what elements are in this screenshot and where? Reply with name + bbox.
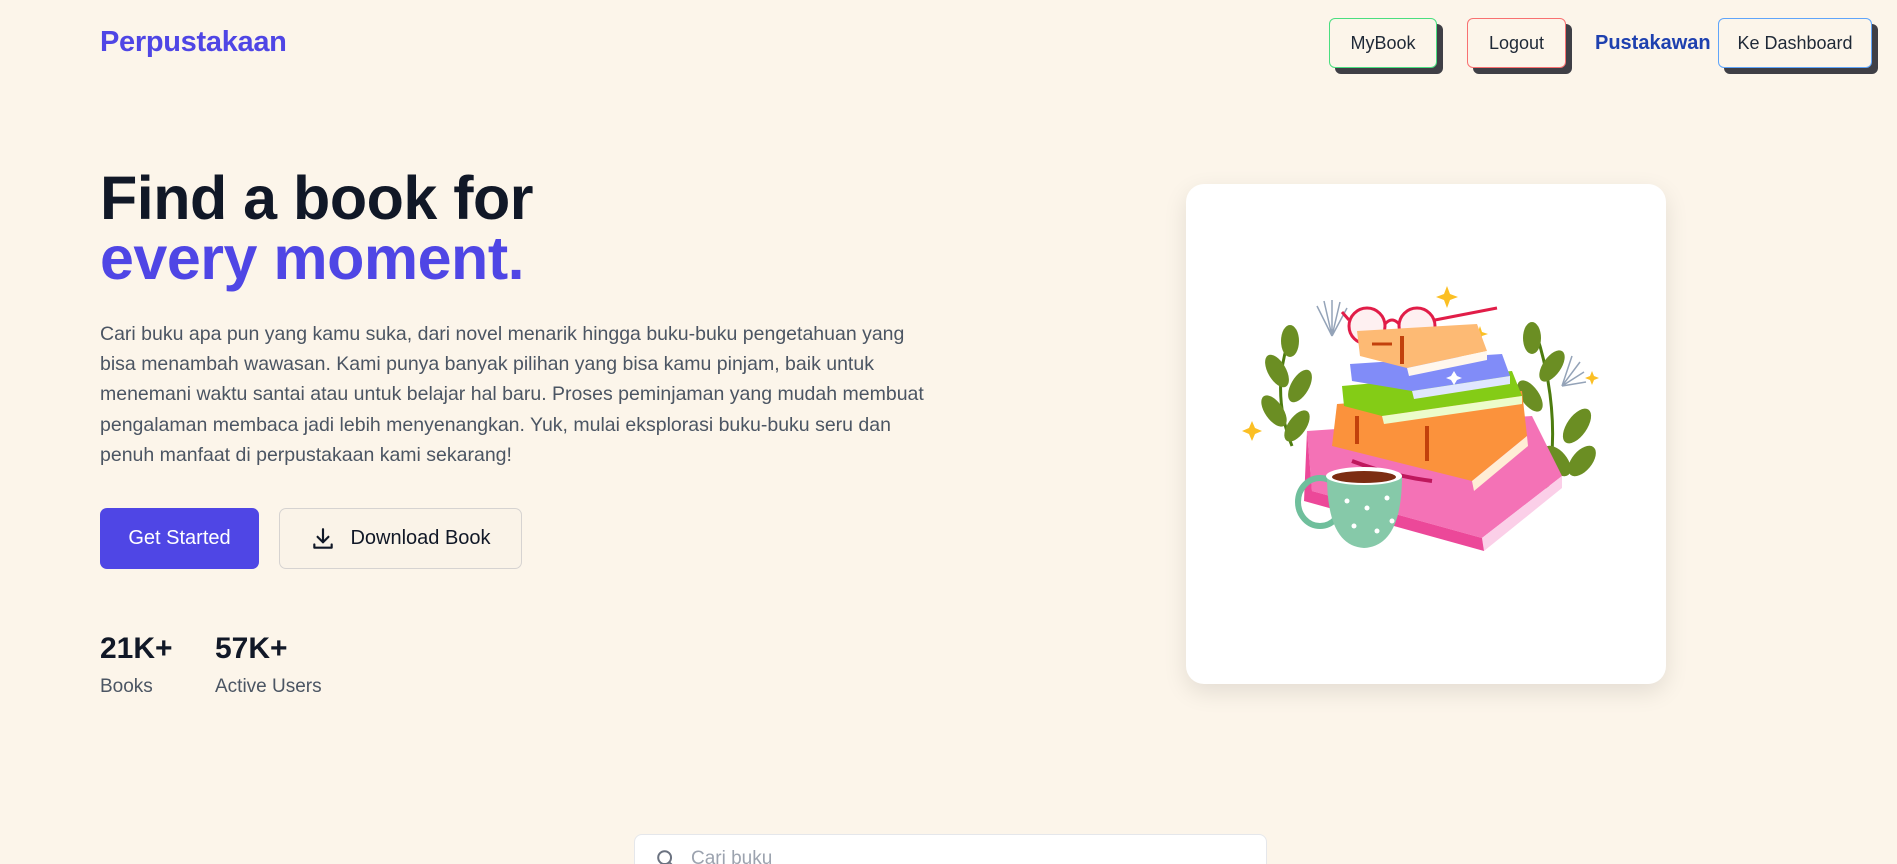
user-role-label: Pustakawan bbox=[1595, 32, 1711, 54]
stat-users-value: 57K+ bbox=[215, 632, 288, 665]
hero-title: Find a book for every moment. bbox=[100, 164, 534, 292]
book-stack-illustration bbox=[1242, 286, 1599, 551]
stat-active-users: 57K+ Active Users bbox=[215, 632, 322, 698]
hero-description: Cari buku apa pun yang kamu suka, dari n… bbox=[100, 323, 924, 466]
download-book-label: Download Book bbox=[350, 527, 491, 549]
get-started-label: Get Started bbox=[128, 527, 231, 549]
brand-logo[interactable]: Perpustakaan bbox=[100, 26, 287, 59]
stat-books: 21K+ Books bbox=[100, 632, 173, 698]
search-input[interactable] bbox=[691, 848, 1211, 864]
hero-image-card bbox=[1186, 184, 1666, 684]
stat-books-value: 21K+ bbox=[100, 632, 173, 665]
search-bar[interactable] bbox=[634, 834, 1267, 864]
download-icon bbox=[310, 526, 336, 552]
download-book-button[interactable]: Download Book bbox=[279, 508, 522, 569]
stat-books-label: Books bbox=[100, 676, 153, 697]
dashboard-button[interactable]: Ke Dashboard bbox=[1718, 18, 1872, 68]
hero-title-line1: Find a book for bbox=[100, 164, 534, 232]
hero-title-line2: every moment. bbox=[100, 224, 525, 292]
stat-users-label: Active Users bbox=[215, 676, 322, 697]
logout-button[interactable]: Logout bbox=[1467, 18, 1566, 68]
search-icon bbox=[655, 848, 677, 864]
mybook-button[interactable]: MyBook bbox=[1329, 18, 1437, 68]
get-started-button[interactable]: Get Started bbox=[100, 508, 259, 569]
